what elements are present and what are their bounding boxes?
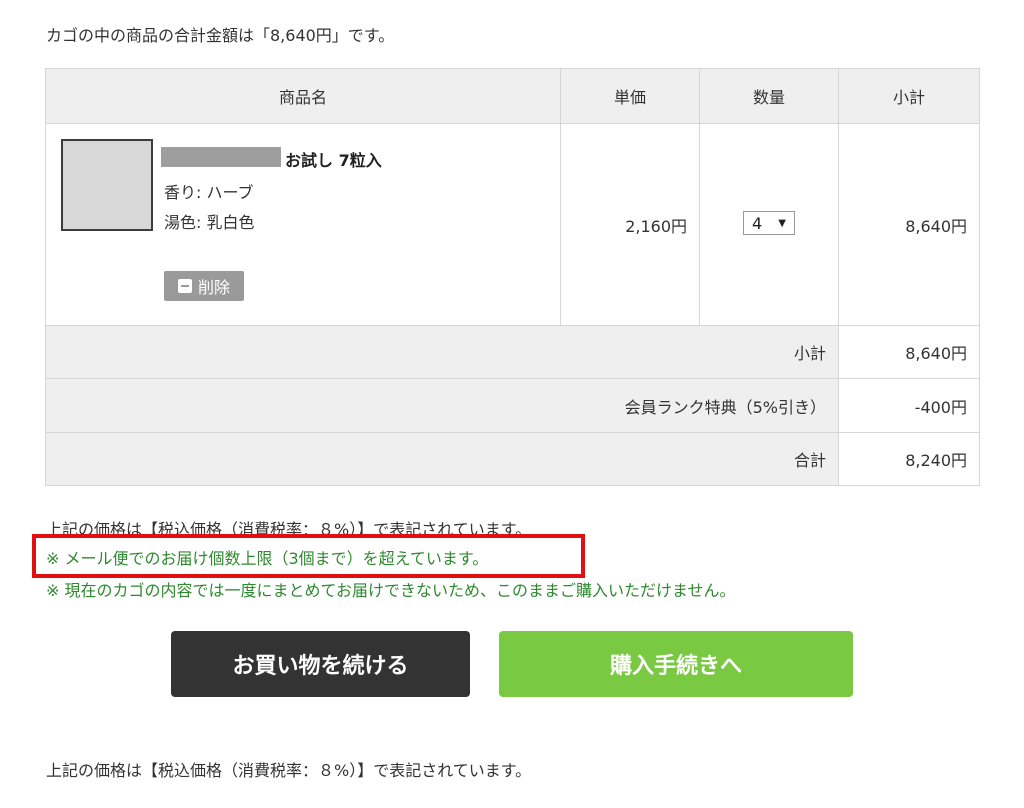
quantity-value: 4 [752, 213, 763, 233]
summary-row-total: 合計 8,240円 [45, 431, 980, 487]
item-subtotal-cell: 8,640円 [838, 122, 980, 327]
summary-row-subtotal: 小計 8,640円 [45, 325, 980, 380]
summary-label: 会員ランク特典（5%引き） [45, 378, 839, 433]
header-quantity: 数量 [699, 68, 839, 124]
header-subtotal: 小計 [838, 68, 980, 124]
quantity-cell: 4 ▼ [699, 122, 839, 327]
product-scent: 香り: ハーブ [164, 182, 254, 202]
unit-price-cell: 2,160円 [560, 122, 700, 327]
summary-amount: -400円 [838, 378, 980, 433]
cart-table-header-row: 商品名 単価 数量 小計 [45, 68, 980, 124]
summary-label: 小計 [45, 325, 839, 380]
product-thumbnail[interactable] [61, 138, 153, 231]
summary-row-discount: 会員ランク特典（5%引き） -400円 [45, 378, 980, 433]
product-name-redacted [161, 146, 281, 167]
shipping-limit-warning: ※ メール便でのお届け個数上限（3個まで）を超えています。 [46, 549, 489, 568]
quantity-select[interactable]: 4 ▼ [743, 211, 795, 236]
minus-icon [177, 278, 192, 293]
summary-amount: 8,240円 [838, 431, 980, 487]
continue-shopping-button[interactable]: お買い物を続ける [171, 631, 470, 697]
cart-table: 商品名 単価 数量 小計 お試し 7粒入 香り: ハーブ 湯色: 乳白色 削除 [45, 68, 980, 487]
purchase-blocked-warning: ※ 現在のカゴの内容では一度にまとめてお届けできないため、このままご購入いただけ… [46, 581, 736, 600]
delete-item-button[interactable]: 削除 [164, 270, 244, 301]
delete-label: 削除 [197, 277, 230, 297]
cart-total-message: カゴの中の商品の合計金額は「8,640円」です。 [46, 26, 395, 45]
product-name[interactable]: お試し 7粒入 [285, 147, 382, 171]
product-cell: お試し 7粒入 香り: ハーブ 湯色: 乳白色 削除 [45, 122, 561, 327]
tax-note-bottom: 上記の価格は【税込価格（消費税率：８%）】で表記されています。 [46, 761, 532, 780]
summary-amount: 8,640円 [838, 325, 980, 380]
chevron-down-icon: ▼ [778, 217, 786, 229]
checkout-button[interactable]: 購入手続きへ [499, 631, 853, 697]
cart-item-row: お試し 7粒入 香り: ハーブ 湯色: 乳白色 削除 2,160円 4 ▼ 8,… [45, 122, 980, 327]
header-unit-price: 単価 [560, 68, 700, 124]
product-bath-color: 湯色: 乳白色 [164, 212, 255, 232]
header-product: 商品名 [45, 68, 561, 124]
summary-label: 合計 [45, 431, 839, 487]
